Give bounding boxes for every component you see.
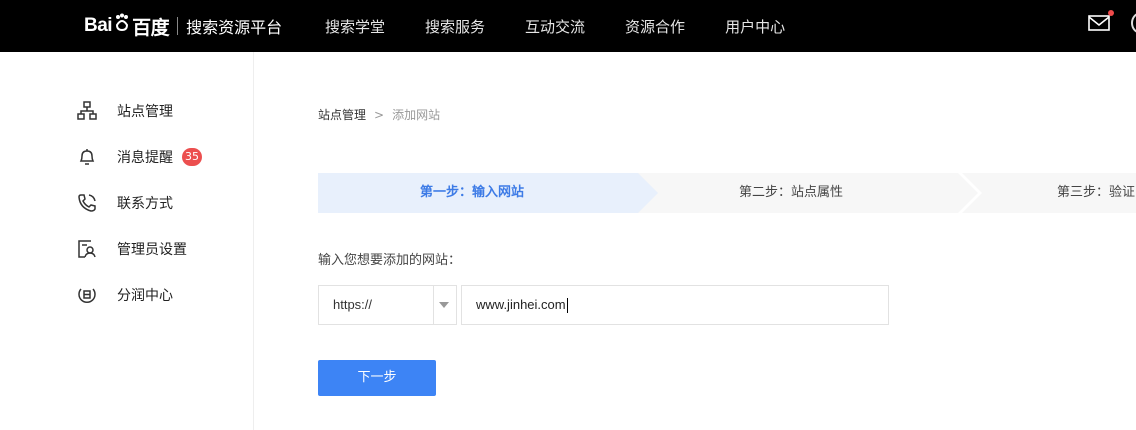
text-caret (566, 298, 568, 314)
logo-text-right: 百度 (132, 17, 170, 39)
protocol-select[interactable]: https:// (318, 285, 457, 325)
logo-divider (177, 17, 179, 35)
nav-item-services[interactable]: 搜索服务 (425, 16, 485, 37)
sidebar-item-revenue[interactable]: 分润中心 (76, 283, 173, 307)
bell-icon (76, 146, 98, 168)
nav-item-learning[interactable]: 搜索学堂 (325, 16, 385, 37)
admin-icon (76, 238, 98, 260)
breadcrumb-separator: > (374, 107, 385, 122)
platform-name: 搜索资源平台 (186, 18, 283, 37)
main-nav: 搜索学堂 搜索服务 互动交流 资源合作 用户中心 (325, 0, 825, 52)
avatar[interactable] (1131, 12, 1136, 34)
site-url-value: www.jinhei.com (476, 297, 566, 312)
top-bar: Bai 百度 搜索资源平台 搜索学堂 搜索服务 互动交流 资源合作 用户中心 (0, 0, 1136, 52)
sidebar-item-label: 管理员设置 (117, 242, 187, 258)
breadcrumb-current: 添加网站 (392, 108, 441, 122)
breadcrumb-root[interactable]: 站点管理 (318, 106, 366, 123)
sitemap-icon (76, 100, 98, 122)
phone-icon (76, 192, 98, 214)
paw-icon (116, 13, 129, 31)
step-indicator: 第一步：输入网站 第二步：站点属性 第三步：验证 (318, 173, 1136, 213)
message-count-badge: 35 (182, 148, 202, 166)
sidebar: 站点管理 消息提醒 35 联系方式 管理员设置 分润中心 (0, 52, 254, 430)
sidebar-item-label: 分润中心 (117, 288, 173, 304)
next-step-button[interactable]: 下一步 (318, 360, 436, 396)
nav-item-cooperation[interactable]: 资源合作 (625, 16, 685, 37)
notification-dot (1108, 10, 1114, 16)
nav-item-community[interactable]: 互动交流 (525, 16, 585, 37)
site-url-input[interactable]: www.jinhei.com (461, 285, 889, 325)
step-divider (958, 173, 982, 213)
sidebar-item-label: 站点管理 (117, 104, 173, 120)
sidebar-item-label: 消息提醒 (117, 150, 173, 166)
protocol-value: https:// (333, 297, 373, 312)
revenue-icon (76, 284, 98, 306)
baidu-logo[interactable]: Bai 百度 搜索资源平台 (84, 10, 282, 42)
site-input-prompt: 输入您想要添加的网站： (318, 253, 462, 268)
sidebar-item-messages[interactable]: 消息提醒 35 (76, 145, 202, 169)
sidebar-item-contact[interactable]: 联系方式 (76, 191, 173, 215)
sidebar-item-label: 联系方式 (117, 196, 173, 212)
sidebar-item-site-management[interactable]: 站点管理 (76, 99, 173, 123)
chevron-down-icon[interactable] (439, 302, 449, 308)
step-1: 第一步：输入网站 (420, 185, 525, 200)
breadcrumb: 站点管理 > 添加网站 (318, 106, 440, 123)
logo-text-left: Bai (84, 15, 113, 36)
step-2: 第二步：站点属性 (739, 185, 844, 200)
sidebar-item-admin-settings[interactable]: 管理员设置 (76, 237, 187, 261)
select-divider (433, 286, 434, 324)
mail-icon[interactable] (1088, 14, 1110, 32)
nav-item-user-center[interactable]: 用户中心 (725, 16, 785, 37)
step-3: 第三步：验证 (1057, 185, 1136, 200)
